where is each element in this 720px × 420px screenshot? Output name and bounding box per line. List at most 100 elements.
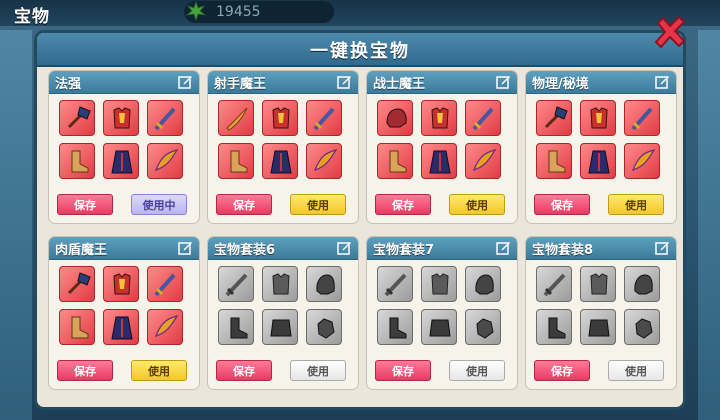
helm-icon — [475, 274, 494, 295]
treasure-slot[interactable] — [103, 100, 139, 136]
treasure-slot[interactable] — [421, 100, 457, 136]
preset-card: 射手魔王保存 使用 — [208, 71, 358, 223]
treasure-slot[interactable] — [465, 100, 501, 136]
edit-icon[interactable] — [337, 74, 352, 89]
save-button[interactable]: 保存 — [375, 360, 431, 381]
treasure-slot[interactable] — [262, 266, 298, 302]
treasure-slot[interactable] — [103, 266, 139, 302]
axe-icon — [67, 272, 91, 295]
treasure-slot[interactable] — [580, 266, 616, 302]
use-button[interactable]: 使用 — [290, 194, 346, 215]
preset-name: 战士魔王 — [373, 77, 426, 92]
edit-icon[interactable] — [178, 74, 193, 89]
edit-icon[interactable] — [655, 74, 670, 89]
treasure-slot[interactable] — [59, 309, 95, 345]
edit-icon[interactable] — [337, 240, 352, 255]
treasure-slot[interactable] — [218, 100, 254, 136]
use-button[interactable]: 使用 — [449, 194, 505, 215]
helm-icon — [316, 274, 335, 295]
treasure-slot[interactable] — [147, 309, 183, 345]
treasure-slot[interactable] — [59, 100, 95, 136]
treasure-slot[interactable] — [103, 309, 139, 345]
treasure-slot[interactable] — [377, 100, 413, 136]
treasure-slot[interactable] — [624, 266, 660, 302]
preset-header: 物理/秘境 — [526, 71, 676, 94]
treasure-slot[interactable] — [536, 309, 572, 345]
save-button[interactable]: 保存 — [57, 194, 113, 215]
in-use-button[interactable]: 使用中 — [131, 194, 187, 215]
treasure-slot[interactable] — [59, 143, 95, 179]
treasure-slot[interactable] — [465, 143, 501, 179]
preset-header: 肉盾魔王 — [49, 237, 199, 260]
treasure-slot[interactable] — [421, 309, 457, 345]
glove-icon — [635, 318, 653, 339]
treasure-slot[interactable] — [377, 266, 413, 302]
treasure-slot[interactable] — [624, 143, 660, 179]
treasure-slot[interactable] — [377, 309, 413, 345]
use-button[interactable]: 使用 — [290, 360, 346, 381]
treasure-slot[interactable] — [421, 143, 457, 179]
treasure-slot[interactable] — [262, 100, 298, 136]
treasure-slot[interactable] — [218, 266, 254, 302]
treasure-slot[interactable] — [421, 266, 457, 302]
save-button[interactable]: 保存 — [375, 194, 431, 215]
page-title: 宝物 — [14, 7, 50, 27]
close-icon[interactable] — [652, 14, 688, 50]
treasure-slot[interactable] — [262, 143, 298, 179]
save-button[interactable]: 保存 — [534, 194, 590, 215]
dialog-header: 一键换宝物 — [37, 33, 683, 67]
edit-icon[interactable] — [178, 240, 193, 255]
treasure-slot[interactable] — [306, 266, 342, 302]
treasure-slot[interactable] — [580, 100, 616, 136]
save-button[interactable]: 保存 — [216, 194, 272, 215]
save-button[interactable]: 保存 — [534, 360, 590, 381]
edit-icon[interactable] — [496, 74, 511, 89]
armor-icon — [272, 107, 290, 129]
preset-header: 射手魔王 — [208, 71, 358, 94]
robe-icon — [270, 319, 292, 337]
treasure-slot[interactable] — [306, 100, 342, 136]
treasure-slot[interactable] — [465, 309, 501, 345]
treasure-slot[interactable] — [306, 309, 342, 345]
use-button[interactable]: 使用 — [131, 360, 187, 381]
treasure-slot[interactable] — [147, 143, 183, 179]
preset-name: 宝物套装6 — [214, 243, 276, 258]
use-button[interactable]: 使用 — [449, 360, 505, 381]
boot-icon — [389, 150, 407, 173]
treasure-slot[interactable] — [536, 100, 572, 136]
boot-icon — [230, 317, 248, 339]
edit-icon[interactable] — [655, 240, 670, 255]
treasure-slot[interactable] — [218, 309, 254, 345]
treasure-slot[interactable] — [580, 309, 616, 345]
background-panel-left — [0, 30, 32, 420]
treasure-slot[interactable] — [465, 266, 501, 302]
treasure-slot[interactable] — [624, 100, 660, 136]
use-button[interactable]: 使用 — [608, 360, 664, 381]
treasure-slot[interactable] — [147, 100, 183, 136]
treasure-slot[interactable] — [218, 143, 254, 179]
treasure-slot[interactable] — [536, 143, 572, 179]
wing-icon — [154, 148, 179, 171]
treasure-slot[interactable] — [103, 143, 139, 179]
robe-icon — [111, 316, 133, 340]
axe-icon — [544, 106, 568, 129]
edit-icon[interactable] — [496, 240, 511, 255]
treasure-slot[interactable] — [306, 143, 342, 179]
use-button[interactable]: 使用 — [608, 194, 664, 215]
save-button[interactable]: 保存 — [57, 360, 113, 381]
save-button[interactable]: 保存 — [216, 360, 272, 381]
preset-card: 战士魔王保存 使用 — [367, 71, 517, 223]
sword-icon — [313, 107, 335, 131]
background-panel-right — [698, 30, 720, 420]
robe-icon — [111, 150, 133, 174]
leaf-icon — [186, 1, 206, 21]
treasure-slot[interactable] — [624, 309, 660, 345]
treasure-slot[interactable] — [59, 266, 95, 302]
treasure-slot[interactable] — [377, 143, 413, 179]
treasure-slot[interactable] — [536, 266, 572, 302]
treasure-slot[interactable] — [580, 143, 616, 179]
treasure-slot[interactable] — [262, 309, 298, 345]
axe-icon — [67, 106, 91, 129]
treasure-slot[interactable] — [147, 266, 183, 302]
boot-icon — [71, 316, 89, 339]
